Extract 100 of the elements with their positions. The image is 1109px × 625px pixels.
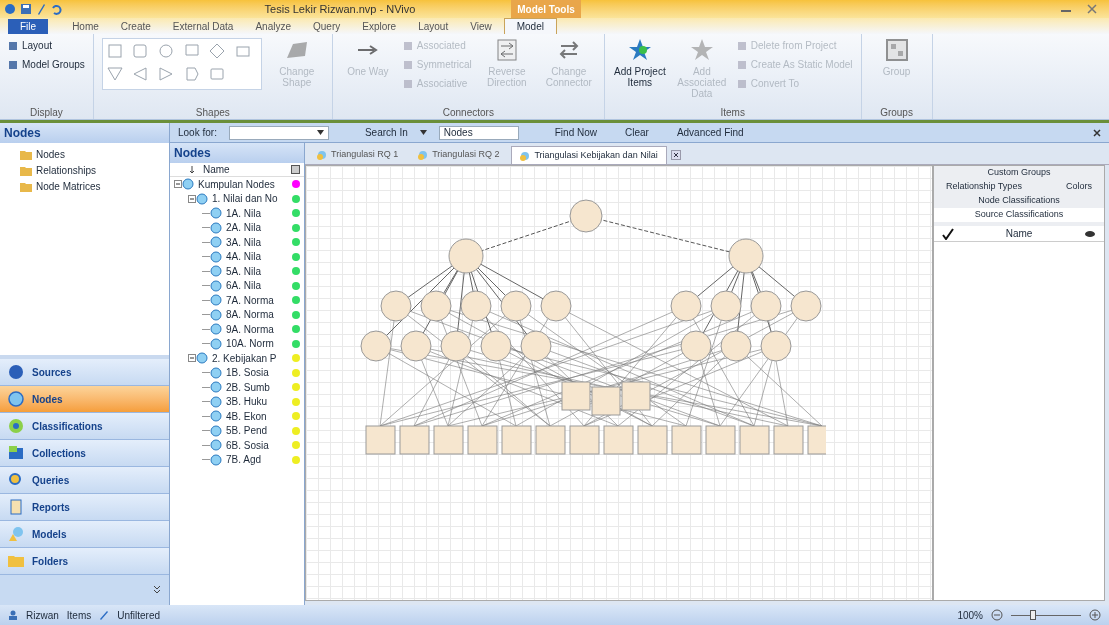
node-name[interactable]: 4A. Nila xyxy=(226,249,292,265)
node-name[interactable]: 2B. Sumb xyxy=(226,379,292,395)
node-icon xyxy=(210,294,222,307)
navigation-button[interactable]: Classifications xyxy=(0,413,169,440)
navigation-button[interactable]: Folders xyxy=(0,548,169,575)
navigation-button[interactable]: Queries xyxy=(0,467,169,494)
ribbon-tab[interactable]: External Data xyxy=(162,19,244,34)
node-name[interactable]: 2A. Nila xyxy=(226,220,292,236)
ribbon-tab[interactable]: Analyze xyxy=(245,19,301,34)
search-in-field[interactable]: Nodes xyxy=(438,125,519,140)
shape-icon[interactable] xyxy=(209,43,226,59)
node-name[interactable]: 5B. Pend xyxy=(226,423,292,439)
shape-icon[interactable] xyxy=(158,66,175,82)
shape-icon[interactable] xyxy=(106,66,123,82)
ribbon-tab[interactable]: File xyxy=(8,19,49,34)
ribbon-group-label: Shapes xyxy=(194,106,231,119)
chevron-down-icon[interactable] xyxy=(153,585,161,595)
node-name[interactable]: 8A. Norma xyxy=(226,307,292,323)
node-name[interactable]: 4B. Ekon xyxy=(226,408,292,424)
ribbon-group-label: Items xyxy=(719,106,746,119)
node-name[interactable]: Kumpulan Nodes xyxy=(198,177,292,192)
model-canvas[interactable] xyxy=(305,165,933,601)
small-command-icon xyxy=(736,78,747,89)
ribbon-tab[interactable]: Layout xyxy=(408,19,459,34)
model-icon xyxy=(8,526,24,542)
node-icon xyxy=(210,279,222,292)
node-name[interactable]: 3B. Huku xyxy=(226,394,292,410)
zoom-percent: 100% xyxy=(957,608,983,623)
ribbon-group-label: Connectors xyxy=(441,106,495,119)
ribbon-tab[interactable]: Query xyxy=(303,19,351,34)
zoom-slider[interactable] xyxy=(1011,610,1081,620)
color-column-icon[interactable] xyxy=(291,165,300,174)
collection-icon xyxy=(8,445,24,461)
node-name[interactable]: 1B. Sosia xyxy=(226,365,292,381)
node-name[interactable]: 6A. Nila xyxy=(226,278,292,294)
node-name[interactable]: 6B. Sosia xyxy=(226,437,292,453)
ribbon-tab[interactable]: Create xyxy=(110,19,161,34)
undo-icon[interactable] xyxy=(50,3,62,15)
shape-icon[interactable] xyxy=(132,66,149,82)
node-name[interactable]: 1. Nilai dan No xyxy=(212,191,292,207)
ribbon-button[interactable]: Layout xyxy=(8,38,85,53)
folder-icon xyxy=(20,181,32,192)
model-group-tab[interactable]: Custom Groups xyxy=(934,166,1104,180)
save-icon[interactable] xyxy=(20,3,32,15)
ribbon-tab[interactable]: Home xyxy=(62,19,109,34)
navigation-button[interactable]: Models xyxy=(0,521,169,548)
zoom-in-icon[interactable] xyxy=(1089,609,1101,621)
navigation-button[interactable]: Sources xyxy=(0,359,169,386)
shape-icon[interactable] xyxy=(132,43,149,59)
node-name[interactable]: 10A. Norm xyxy=(226,336,292,352)
find-bar-button[interactable]: Find Now xyxy=(554,125,597,140)
dropdown-arrow-icon[interactable] xyxy=(419,130,427,135)
node-icon xyxy=(196,192,208,205)
small-command-icon xyxy=(402,78,413,89)
model-group-tab[interactable]: Source Classifications xyxy=(934,208,1104,222)
folder-item[interactable]: Relationships xyxy=(20,163,169,178)
look-for-dropdown[interactable] xyxy=(228,125,329,140)
navigation-button[interactable]: Reports xyxy=(0,494,169,521)
ribbon-tab[interactable]: Model xyxy=(503,18,557,34)
app-icon[interactable] xyxy=(4,3,16,15)
ribbon-button[interactable]: Add Project Items xyxy=(612,38,667,105)
shape-icon[interactable] xyxy=(183,66,200,82)
shape-gallery[interactable] xyxy=(101,38,262,90)
document-tab[interactable]: Triangulasi RQ 2 xyxy=(410,146,508,164)
close-icon[interactable] xyxy=(1093,128,1101,137)
shape-icon[interactable] xyxy=(158,43,175,59)
node-name[interactable]: 5A. Nila xyxy=(226,263,292,279)
node-name[interactable]: 7B. Agd xyxy=(226,452,292,468)
folder-item[interactable]: Node Matrices xyxy=(20,179,169,194)
document-tab[interactable]: Triangulasi RQ 1 xyxy=(309,146,407,164)
column-header[interactable]: Name xyxy=(203,162,230,177)
column-header[interactable]: Name xyxy=(1005,226,1033,241)
pencil-icon[interactable] xyxy=(36,3,46,15)
node-name[interactable]: 2. Kebijakan P xyxy=(212,350,292,366)
eye-icon xyxy=(1084,228,1096,239)
model-group-tab[interactable]: Relationship Types xyxy=(946,180,1022,194)
node-icon xyxy=(210,453,222,466)
find-bar-button[interactable]: Advanced Find xyxy=(676,125,744,140)
zoom-out-icon[interactable] xyxy=(991,609,1003,621)
ribbon-tab[interactable]: Explore xyxy=(352,19,407,34)
node-name[interactable]: 7A. Norma xyxy=(226,292,292,308)
model-group-tab[interactable]: Node Classifications xyxy=(934,194,1104,208)
model-group-tab[interactable]: Colors xyxy=(1066,180,1092,194)
ribbon-button[interactable]: Model Groups xyxy=(8,57,85,72)
contextual-tab-title: Model Tools xyxy=(511,0,581,18)
ribbon-tab[interactable]: View xyxy=(460,19,502,34)
node-name[interactable]: 1A. Nila xyxy=(226,205,292,221)
close-icon[interactable] xyxy=(670,150,681,160)
document-tab[interactable]: Triangulasi Kebijakan dan Nilai xyxy=(511,146,667,164)
folder-item[interactable]: Nodes xyxy=(20,147,169,162)
collapse-icon[interactable] xyxy=(188,194,196,203)
small-command-icon xyxy=(402,59,413,70)
node-name[interactable]: 3A. Nila xyxy=(226,234,292,250)
collapse-icon[interactable] xyxy=(174,180,182,189)
find-bar-button[interactable]: Clear xyxy=(625,125,649,140)
navigation-button[interactable]: Nodes xyxy=(0,386,169,413)
collapse-icon[interactable] xyxy=(188,354,196,363)
navigation-button[interactable]: Collections xyxy=(0,440,169,467)
small-command-icon xyxy=(736,40,747,51)
node-name[interactable]: 9A. Norma xyxy=(226,321,292,337)
